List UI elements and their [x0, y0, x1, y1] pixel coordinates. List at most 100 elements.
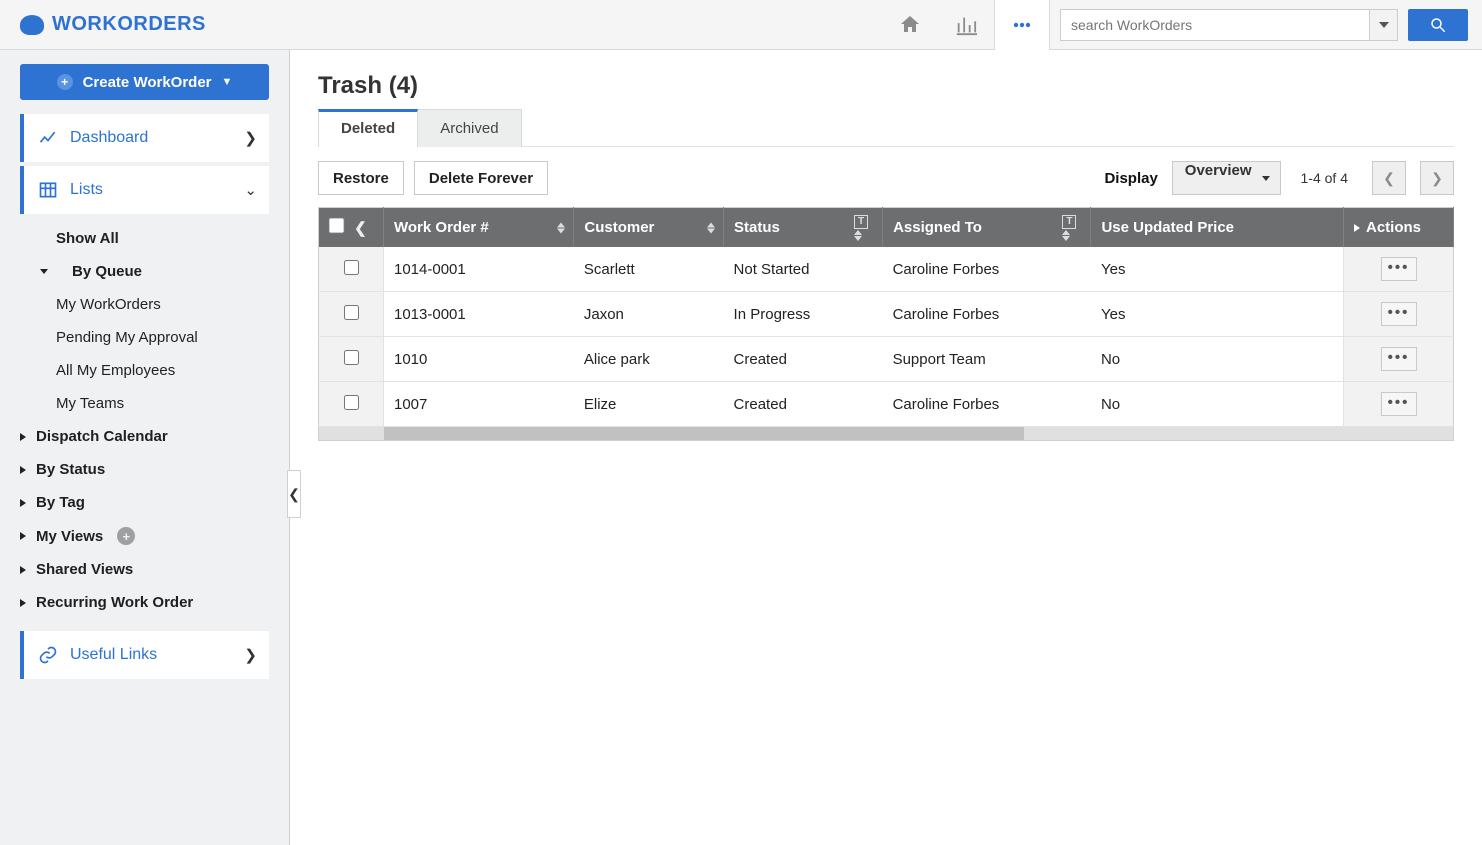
lists-subnav: Show All By Queue My WorkOrders Pending … [20, 218, 269, 625]
cell-actions: ••• [1344, 337, 1454, 382]
row-select [319, 247, 384, 292]
col-actions: Actions [1344, 208, 1454, 248]
search-button[interactable] [1408, 9, 1468, 41]
cell-assigned: Support Team [883, 337, 1091, 382]
topbar-icons [882, 0, 1050, 50]
cell-workorder: 1010 [384, 337, 574, 382]
col-customer[interactable]: Customer [574, 208, 724, 248]
row-menu-button[interactable]: ••• [1381, 302, 1417, 326]
row-select [319, 292, 384, 337]
display-select[interactable]: Overview [1172, 161, 1281, 195]
subnav-shared-views[interactable]: Shared Views [20, 553, 269, 586]
restore-button[interactable]: Restore [318, 161, 404, 195]
col-assigned[interactable]: Assigned ToT [883, 208, 1091, 248]
select-all-checkbox[interactable] [328, 217, 345, 234]
cell-updated-price: Yes [1091, 292, 1344, 337]
brand[interactable]: WORKORDERS [20, 13, 206, 36]
sort-icon [707, 222, 715, 233]
plus-icon: + [57, 74, 73, 90]
nav-dashboard[interactable]: Dashboard ❯ [20, 114, 269, 162]
table-row[interactable]: 1014-0001ScarlettNot StartedCaroline For… [319, 247, 1454, 292]
nav-dashboard-label: Dashboard [70, 129, 148, 147]
subnav-recurring[interactable]: Recurring Work Order [20, 586, 269, 619]
cell-actions: ••• [1344, 247, 1454, 292]
pager-prev[interactable]: ❮ [1372, 161, 1406, 195]
more-icon[interactable] [994, 0, 1050, 50]
cell-updated-price: No [1091, 337, 1344, 382]
subnav-my-views[interactable]: My Views+ [20, 519, 269, 553]
row-checkbox[interactable] [344, 305, 359, 320]
cell-workorder: 1013-0001 [384, 292, 574, 337]
sort-icon: T [854, 215, 874, 241]
nav-lists-label: Lists [70, 181, 103, 199]
tab-deleted[interactable]: Deleted [318, 109, 418, 147]
sort-icon [557, 222, 565, 233]
cell-customer: Elize [574, 382, 724, 427]
analytics-icon[interactable] [938, 0, 994, 50]
cell-updated-price: No [1091, 382, 1344, 427]
row-checkbox[interactable] [344, 350, 359, 365]
subnav-queue-item[interactable]: All My Employees [20, 354, 269, 387]
delete-forever-button[interactable]: Delete Forever [414, 161, 548, 195]
row-menu-button[interactable]: ••• [1381, 257, 1417, 281]
cell-status: In Progress [724, 292, 883, 337]
cell-actions: ••• [1344, 382, 1454, 427]
cell-workorder: 1014-0001 [384, 247, 574, 292]
chevron-right-icon[interactable] [1354, 224, 1360, 232]
sidebar-collapse-handle[interactable]: ❮ [287, 470, 301, 518]
subnav-show-all[interactable]: Show All [20, 222, 269, 255]
chevron-right-icon [20, 566, 26, 574]
cell-actions: ••• [1344, 292, 1454, 337]
sort-icon: T [1062, 215, 1082, 241]
lists-icon [38, 180, 58, 200]
nav-lists[interactable]: Lists ⌄ [20, 166, 269, 214]
table-row[interactable]: 1013-0001JaxonIn ProgressCaroline Forbes… [319, 292, 1454, 337]
table-horizontal-scrollbar[interactable] [318, 427, 1454, 441]
subnav-queue-item[interactable]: My Teams [20, 387, 269, 420]
add-view-icon[interactable]: + [117, 527, 135, 545]
tab-archived[interactable]: Archived [418, 109, 521, 147]
link-icon [38, 645, 58, 665]
row-checkbox[interactable] [344, 395, 359, 410]
row-menu-button[interactable]: ••• [1381, 347, 1417, 371]
chevron-left-icon[interactable]: ❮ [354, 220, 367, 237]
page-title: Trash (4) [318, 72, 1454, 100]
pager-next[interactable]: ❯ [1420, 161, 1454, 195]
nav-useful-links[interactable]: Useful Links ❯ [20, 631, 269, 679]
cell-updated-price: Yes [1091, 247, 1344, 292]
home-icon[interactable] [882, 0, 938, 50]
col-updated-price[interactable]: Use Updated Price [1091, 208, 1344, 248]
chevron-right-icon: ❯ [244, 129, 257, 147]
cell-assigned: Caroline Forbes [883, 292, 1091, 337]
subnav-dispatch-calendar[interactable]: Dispatch Calendar [20, 420, 269, 453]
row-menu-button[interactable]: ••• [1381, 392, 1417, 416]
subnav-queue-item[interactable]: Pending My Approval [20, 321, 269, 354]
page-info: 1-4 of 4 [1301, 170, 1348, 186]
display-label: Display [1104, 170, 1157, 187]
brand-logo-icon [20, 15, 44, 35]
sidebar: + Create WorkOrder ▼ Dashboard ❯ Lists ⌄ [0, 50, 290, 845]
col-select: ❮ [319, 208, 384, 248]
search-input[interactable] [1060, 9, 1370, 41]
row-select [319, 382, 384, 427]
create-workorder-button[interactable]: + Create WorkOrder ▼ [20, 64, 269, 100]
search-dropdown[interactable] [1370, 9, 1398, 41]
row-checkbox[interactable] [344, 260, 359, 275]
subnav-by-tag[interactable]: By Tag [20, 486, 269, 519]
chevron-right-icon [20, 433, 26, 441]
cell-customer: Scarlett [574, 247, 724, 292]
filter-icon: T [1062, 215, 1076, 229]
subnav-queue-item[interactable]: My WorkOrders [20, 288, 269, 321]
subnav-by-queue[interactable]: By Queue [20, 255, 269, 288]
workorders-table: ❮ Work Order # Customer StatusT Assigned… [318, 207, 1454, 427]
filter-icon: T [854, 215, 868, 229]
create-label: Create WorkOrder [83, 74, 212, 91]
cell-status: Created [724, 382, 883, 427]
table-row[interactable]: 1007ElizeCreatedCaroline ForbesNo••• [319, 382, 1454, 427]
table-row[interactable]: 1010Alice parkCreatedSupport TeamNo••• [319, 337, 1454, 382]
col-status[interactable]: StatusT [724, 208, 883, 248]
cell-workorder: 1007 [384, 382, 574, 427]
chevron-down-icon: ▼ [222, 76, 233, 88]
subnav-by-status[interactable]: By Status [20, 453, 269, 486]
col-workorder[interactable]: Work Order # [384, 208, 574, 248]
